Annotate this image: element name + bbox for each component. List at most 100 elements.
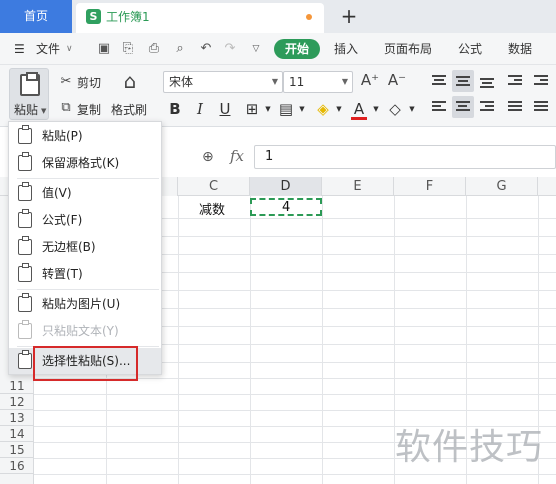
tab-start[interactable]: 开始 [274, 39, 320, 59]
customize-icon[interactable]: ▽ [248, 41, 264, 57]
caret-down-icon[interactable]: ▼ [331, 100, 347, 118]
menu-item-label: 转置(T) [42, 267, 83, 281]
row-header-14[interactable]: 14 [0, 426, 34, 442]
formula-input[interactable]: 1 [254, 145, 556, 169]
align-left-button[interactable] [428, 96, 450, 118]
copy-icon[interactable]: ⧉ [58, 100, 74, 116]
tab-formula[interactable]: 公式 [458, 33, 482, 65]
menu-item-label: 保留源格式(K) [42, 156, 120, 170]
align-bottom-button[interactable] [476, 70, 498, 92]
column-header-d[interactable]: D [250, 177, 322, 196]
decrease-indent-button[interactable] [504, 70, 526, 92]
font-size-select[interactable]: 11 ▼ [283, 71, 353, 93]
increase-indent-button[interactable] [530, 70, 552, 92]
column-header-g[interactable]: G [466, 177, 538, 196]
fx-button[interactable]: fx [230, 147, 244, 165]
font-color-button[interactable]: A [351, 100, 367, 120]
font-name-select[interactable]: 宋体 ▼ [163, 71, 283, 93]
chevron-down-icon: ▼ [341, 77, 348, 86]
cut-button[interactable]: 剪切 [77, 74, 101, 91]
paste-special-icon [18, 350, 32, 369]
tab-page-layout[interactable]: 页面布局 [384, 33, 432, 65]
borders-icon[interactable]: ⊞ [244, 100, 260, 118]
title-tab-bar: 首页 S 工作簿1 + [0, 0, 556, 33]
row-header-16[interactable]: 16 [0, 458, 34, 474]
bold-button[interactable]: B [167, 100, 183, 118]
row-header-11[interactable]: 11 [0, 378, 34, 394]
menu-item-transpose[interactable]: 转置(T) [9, 261, 161, 287]
grid-line [34, 394, 556, 395]
caret-down-icon[interactable]: ▼ [404, 100, 420, 118]
justify-button[interactable] [504, 96, 526, 118]
eraser-icon[interactable]: ◇ [387, 100, 403, 118]
menu-item-label: 无边框(B) [42, 240, 96, 254]
fill-color-icon[interactable]: ◈ [315, 100, 331, 118]
column-header-c[interactable]: C [178, 177, 250, 196]
row-header-13[interactable]: 13 [0, 410, 34, 426]
menu-bar: ☰ 文件 ∨ ▣ ⎘ ⎙ ⌕ ↶ ↷ ▽ 开始 插入 页面布局 公式 数据 [0, 33, 556, 65]
grid-line [34, 410, 556, 411]
align-middle-button[interactable] [452, 70, 474, 92]
tab-home[interactable]: 首页 [0, 0, 72, 33]
watermark: 软件技巧 [395, 427, 544, 468]
decrease-font-size-button[interactable]: A⁻ [387, 72, 407, 88]
new-tab-button[interactable]: + [338, 3, 360, 29]
paste-label: 粘贴 [14, 103, 39, 117]
export-icon[interactable]: ⎘ [120, 41, 136, 57]
ribbon-toolbar: 粘贴 ▼ ✂ 剪切 ⧉ 复制 ⌂ 格式刷 宋体 ▼ 11 ▼ A⁺ A⁻ B I… [0, 65, 556, 127]
menu-item-no-borders[interactable]: 无边框(B) [9, 234, 161, 260]
menu-item-paste[interactable]: 粘贴(P) [9, 123, 161, 149]
chevron-down-icon[interactable]: ∨ [66, 33, 73, 65]
tab-workbook[interactable]: S 工作簿1 [76, 3, 324, 33]
spreadsheet-icon: S [86, 9, 101, 24]
font-size-value: 11 [289, 75, 305, 89]
zoom-icon[interactable]: ⊕ [202, 149, 214, 165]
hamburger-icon[interactable]: ☰ [14, 33, 25, 65]
tab-data[interactable]: 数据 [508, 33, 532, 65]
copy-button[interactable]: 复制 [77, 101, 101, 118]
format-painter-icon[interactable]: ⌂ [119, 71, 141, 95]
menu-item-formulas[interactable]: 公式(F) [9, 207, 161, 233]
row-header-12[interactable]: 12 [0, 394, 34, 410]
paste-transpose-icon [18, 263, 32, 282]
grid-line [322, 196, 323, 484]
scissors-icon[interactable]: ✂ [58, 74, 74, 90]
increase-font-size-button[interactable]: A⁺ [360, 72, 380, 88]
unsaved-dot-icon [306, 14, 312, 20]
italic-button[interactable]: I [192, 100, 208, 118]
row-header-15[interactable]: 15 [0, 442, 34, 458]
file-menu[interactable]: 文件 [36, 33, 60, 65]
cell-d2[interactable]: 4 [282, 200, 290, 215]
undo-icon[interactable]: ↶ [198, 41, 214, 57]
caret-down-icon[interactable]: ▼ [294, 100, 310, 118]
align-top-button[interactable] [428, 70, 450, 92]
align-center-button[interactable] [452, 96, 474, 118]
menu-item-keep-source-format[interactable]: 保留源格式(K) [9, 150, 161, 176]
save-icon[interactable]: ▣ [96, 41, 112, 57]
print-icon[interactable]: ⎙ [146, 41, 162, 57]
paste-no-border-icon [18, 236, 32, 255]
menu-item-label: 只粘贴文本(Y) [42, 324, 119, 338]
redo-icon[interactable]: ↷ [222, 41, 238, 57]
cell-style-icon[interactable]: ▤ [278, 100, 294, 118]
column-header-e[interactable]: E [322, 177, 394, 196]
distributed-align-button[interactable] [530, 96, 552, 118]
column-header-f[interactable]: F [394, 177, 466, 196]
cell-c2[interactable]: 减数 [199, 199, 225, 218]
underline-button[interactable]: U [217, 100, 233, 118]
align-right-button[interactable] [476, 96, 498, 118]
menu-item-paste-as-picture[interactable]: 粘贴为图片(U) [9, 291, 161, 317]
menu-item-values[interactable]: 值(V) [9, 180, 161, 206]
print-preview-icon[interactable]: ⌕ [172, 41, 188, 57]
menu-item-paste-text-only: 只粘贴文本(Y) [9, 318, 161, 344]
tab-insert[interactable]: 插入 [334, 33, 358, 65]
menu-item-label: 粘贴(P) [42, 129, 83, 143]
grid-line [178, 196, 179, 484]
caret-down-icon: ▼ [41, 107, 47, 115]
caret-down-icon[interactable]: ▼ [368, 100, 384, 118]
paste-button[interactable]: 粘贴 ▼ [9, 68, 49, 120]
menu-separator [17, 178, 159, 179]
format-painter-button[interactable]: 格式刷 [111, 101, 147, 118]
paste-values-icon [18, 182, 32, 201]
caret-down-icon[interactable]: ▼ [260, 100, 276, 118]
